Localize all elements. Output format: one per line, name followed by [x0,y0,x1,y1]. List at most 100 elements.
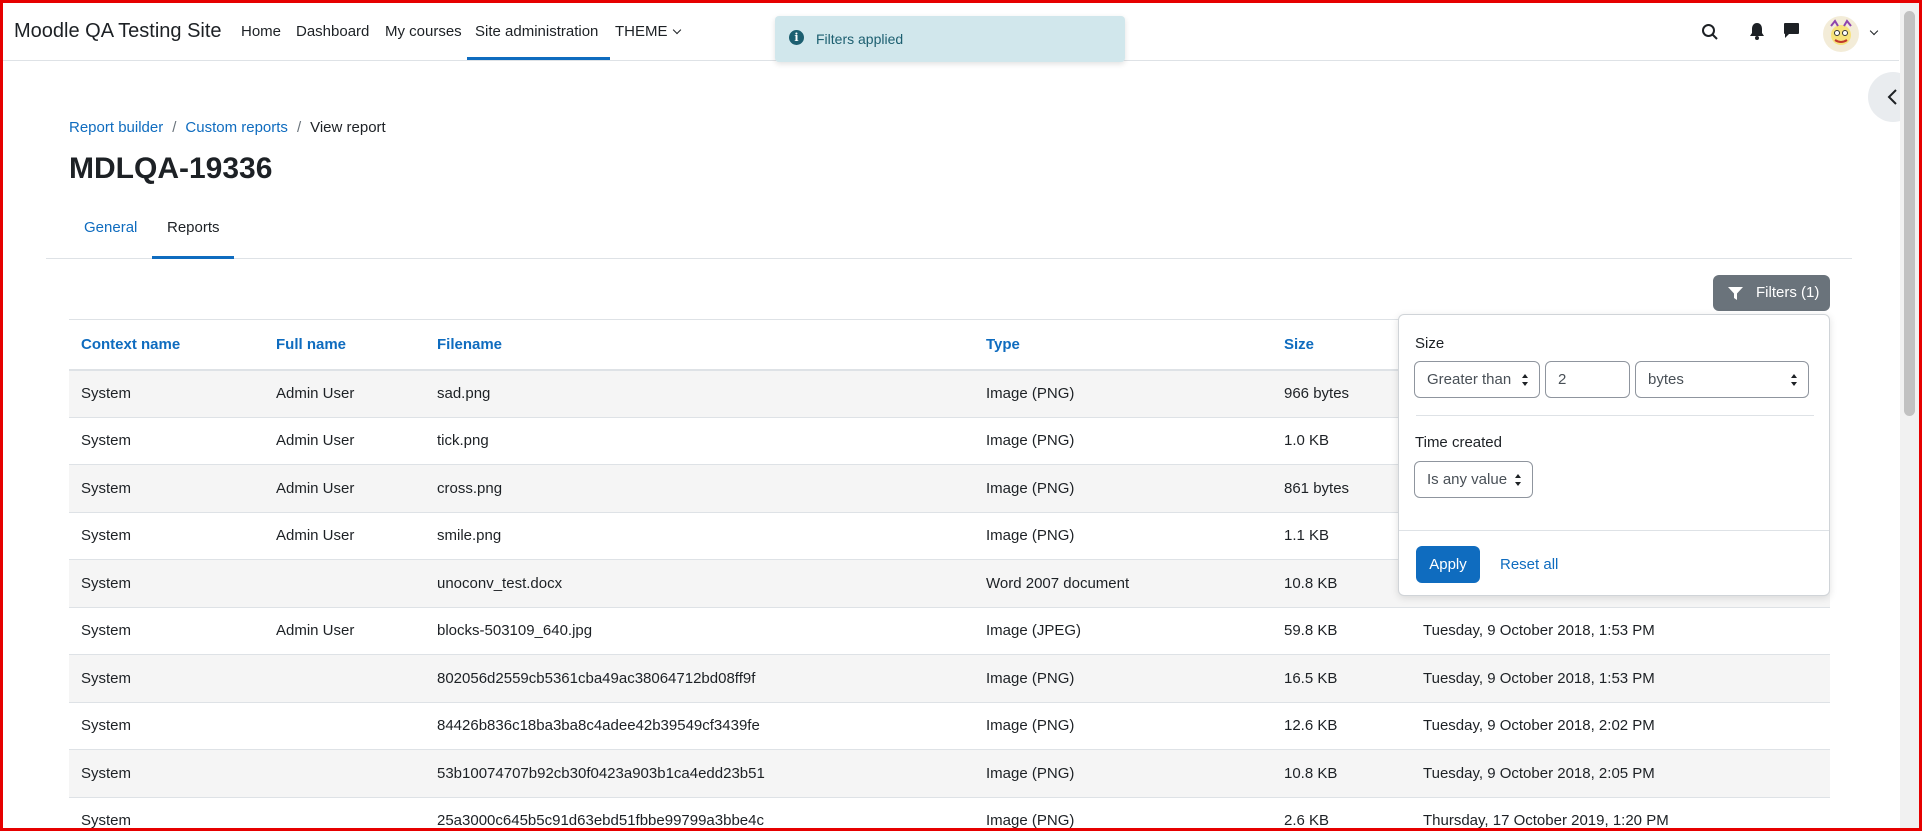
filter-footer-divider [1399,530,1829,531]
size-operator-select[interactable]: Greater than [1414,361,1540,398]
messages-icon[interactable] [1783,22,1800,43]
cell-filename: cross.png [425,464,974,513]
cell-type: Image (PNG) [974,464,1272,513]
cell-time-created: Tuesday, 9 October 2018, 2:05 PM [1411,749,1830,798]
cell-filename: 53b10074707b92cb30f0423a903b1ca4edd23b51 [425,749,974,798]
nav-dashboard[interactable]: Dashboard [296,23,369,40]
cell-size: 1.0 KB [1272,417,1411,465]
breadcrumb-separator: / [172,119,177,136]
cell-full-name: Admin User [264,417,425,465]
cell-size: 59.8 KB [1272,607,1411,655]
select-arrows-icon [1791,374,1797,386]
nav-active-indicator [467,57,610,60]
scrollbar-thumb[interactable] [1904,11,1915,416]
table-row: System 84426b836c18ba3ba8c4adee42b39549cf… [69,702,1830,750]
cell-full-name [264,749,425,798]
cell-type: Image (PNG) [974,417,1272,465]
cell-full-name [264,702,425,750]
nav-theme-label: THEME [615,23,668,40]
search-icon[interactable] [1701,23,1719,45]
breadcrumb-report-builder[interactable]: Report builder [69,119,163,136]
cell-time-created: Thursday, 17 October 2019, 1:20 PM [1411,797,1830,831]
filters-button-label: Filters (1) [1756,284,1820,301]
report-tabs: General Reports [46,211,1852,259]
column-header-full-name[interactable]: Full name [264,319,425,371]
cell-type: Word 2007 document [974,559,1272,608]
cell-time-created: Tuesday, 9 October 2018, 2:02 PM [1411,702,1830,750]
cell-filename: 802056d2559cb5361cba49ac38064712bd08ff9f [425,654,974,703]
bell-icon[interactable] [1749,22,1765,44]
cell-filename: unoconv_test.docx [425,559,974,608]
breadcrumb-current: View report [310,119,386,136]
filter-divider [1416,415,1814,416]
column-header-type[interactable]: Type [974,319,1272,371]
cell-context-name: System [69,417,264,465]
select-arrows-icon [1522,374,1528,386]
column-header-size[interactable]: Size [1272,319,1411,371]
cell-type: Image (PNG) [974,749,1272,798]
cell-type: Image (PNG) [974,797,1272,831]
tab-general[interactable]: General [84,219,137,236]
reset-all-link[interactable]: Reset all [1500,556,1558,573]
cell-size: 966 bytes [1272,369,1411,418]
cell-context-name: System [69,369,264,418]
cell-size: 16.5 KB [1272,654,1411,703]
toast-message: Filters applied [816,31,904,47]
cell-full-name: Admin User [264,607,425,655]
table-row: System 25a3000c645b5c91d63ebd51fbbe99799a… [69,797,1830,831]
cell-context-name: System [69,702,264,750]
cell-filename: sad.png [425,369,974,418]
cell-type: Image (JPEG) [974,607,1272,655]
table-row: System 53b10074707b92cb30f0423a903b1ca4ed… [69,749,1830,798]
cell-context-name: System [69,749,264,798]
cell-context-name: System [69,797,264,831]
column-header-context-name[interactable]: Context name [69,319,264,371]
cell-size: 12.6 KB [1272,702,1411,750]
size-value-input[interactable] [1545,361,1630,398]
apply-filters-button[interactable]: Apply [1416,546,1480,583]
size-filter-label: Size [1415,335,1445,352]
cell-context-name: System [69,512,264,560]
cell-size: 1.1 KB [1272,512,1411,560]
tab-reports[interactable]: Reports [167,219,220,236]
breadcrumb-separator: / [296,119,302,136]
cell-context-name: System [69,607,264,655]
chevron-down-icon [672,25,681,35]
filters-popover: Size Greater than bytes Time created Is … [1398,314,1830,596]
cell-context-name: System [69,654,264,703]
cell-filename: tick.png [425,417,974,465]
cell-context-name: System [69,559,264,608]
cell-full-name [264,559,425,608]
column-header-filename[interactable]: Filename [425,319,974,371]
user-avatar[interactable] [1823,16,1859,52]
site-brand[interactable]: Moodle QA Testing Site [14,20,222,43]
cell-time-created: Tuesday, 9 October 2018, 1:53 PM [1411,607,1830,655]
time-created-operator-select[interactable]: Is any value [1414,461,1533,498]
user-menu-chevron-icon[interactable] [1869,26,1879,36]
cell-context-name: System [69,464,264,513]
time-created-filter-label: Time created [1415,434,1502,451]
cell-filename: blocks-503109_640.jpg [425,607,974,655]
page-scrollbar[interactable] [1900,3,1919,828]
nav-my-courses[interactable]: My courses [385,23,462,40]
nav-theme-dropdown[interactable]: THEME [615,23,681,40]
size-unit-select[interactable]: bytes [1635,361,1809,398]
nav-home[interactable]: Home [241,23,281,40]
cell-size: 2.6 KB [1272,797,1411,831]
cell-filename: smile.png [425,512,974,560]
cell-full-name: Admin User [264,512,425,560]
size-operator-value: Greater than [1427,371,1512,388]
cell-full-name [264,797,425,831]
page-title: MDLQA-19336 [69,152,273,185]
filter-icon [1728,287,1743,304]
breadcrumb-custom-reports[interactable]: Custom reports [185,119,288,136]
cell-type: Image (PNG) [974,369,1272,418]
cell-filename: 25a3000c645b5c91d63ebd51fbbe99799a3bbe4c [425,797,974,831]
cell-size: 10.8 KB [1272,749,1411,798]
info-icon: i [789,30,804,45]
nav-site-administration[interactable]: Site administration [475,23,598,40]
filters-button[interactable]: Filters (1) [1713,275,1830,311]
cell-type: Image (PNG) [974,654,1272,703]
cell-full-name: Admin User [264,464,425,513]
breadcrumb: Report builder / Custom reports / View repor… [69,119,386,136]
